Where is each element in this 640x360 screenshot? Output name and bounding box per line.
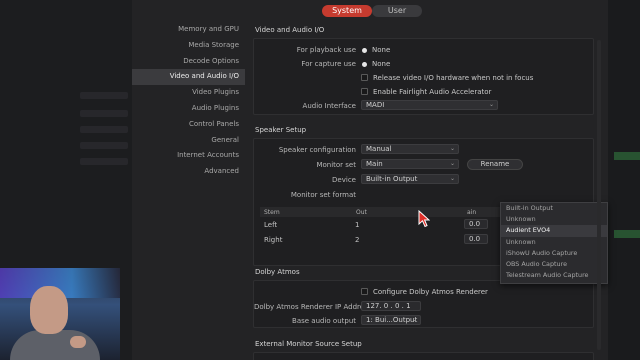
speaker-config-dropdown[interactable]: Manual ⌄	[361, 144, 459, 154]
audio-interface-value: MADI	[366, 101, 385, 109]
monitor-set-label: Monitor set	[316, 161, 356, 169]
background-app-right	[608, 0, 640, 360]
tab-user[interactable]: User	[372, 5, 422, 17]
menu-item-unknown[interactable]: Unknown	[501, 214, 607, 225]
playback-label: For playback use	[296, 46, 356, 54]
sidebar-item-internet-accounts[interactable]: Internet Accounts	[132, 148, 245, 164]
preferences-dialog: System User Memory and GPU Media Storage…	[132, 0, 608, 360]
col-out: Out	[356, 209, 367, 216]
monitor-format-label: Monitor set format	[290, 191, 356, 199]
menu-item-ishowu[interactable]: iShowU Audio Capture	[501, 248, 607, 259]
out-left: 1	[355, 221, 360, 229]
dolby-configure-checkbox[interactable]	[361, 288, 368, 295]
sidebar-item-general[interactable]: General	[132, 133, 245, 149]
release-io-label: Release video I/O hardware when not in f…	[373, 74, 534, 82]
device-dropdown[interactable]: Built-in Output ⌄	[361, 174, 459, 184]
menu-item-audient-evo4[interactable]: Audient EVO4	[501, 225, 607, 237]
dolby-ip-input[interactable]: 127. 0 . 0 . 1	[361, 301, 421, 311]
sidebar-item-advanced[interactable]: Advanced	[132, 164, 245, 180]
sidebar-item-audio-plugins[interactable]: Audio Plugins	[132, 101, 245, 117]
base-output-value: 1: Bui...Output	[366, 316, 418, 324]
mouse-pointer-icon	[418, 210, 430, 228]
content-scrollbar[interactable]	[597, 40, 601, 350]
audio-interface-dropdown[interactable]: MADI ⌄	[361, 100, 498, 110]
presenter-body	[10, 330, 100, 360]
audio-interface-label: Audio Interface	[302, 102, 356, 110]
sidebar-item-control-panels[interactable]: Control Panels	[132, 117, 245, 133]
playback-value: None	[372, 46, 391, 54]
device-label: Device	[332, 176, 356, 184]
video-audio-panel: For playback use None For capture use No…	[253, 38, 594, 115]
speaker-config-label: Speaker configuration	[278, 146, 356, 154]
webcam-overlay	[0, 268, 120, 360]
col-stem: Stem	[264, 209, 280, 216]
device-dropdown-menu: Built-in Output Unknown Audient EVO4 Unk…	[500, 202, 608, 284]
capture-radio[interactable]	[362, 62, 367, 67]
rename-button[interactable]: Rename	[467, 159, 523, 170]
sidebar: Memory and GPU Media Storage Decode Opti…	[132, 20, 245, 180]
fairlight-label: Enable Fairlight Audio Accelerator	[373, 88, 492, 96]
capture-value: None	[372, 60, 391, 68]
capture-label: For capture use	[301, 60, 356, 68]
section-title-dolby: Dolby Atmos	[255, 268, 300, 276]
tab-bar: System User	[132, 0, 608, 20]
menu-item-telestream[interactable]: Telestream Audio Capture	[501, 270, 607, 281]
monitor-set-value: Main	[366, 160, 383, 168]
menu-item-obs[interactable]: OBS Audio Capture	[501, 259, 607, 270]
sidebar-item-video-audio-io[interactable]: Video and Audio I/O	[132, 69, 245, 86]
external-panel	[253, 352, 594, 360]
base-output-label: Base audio output	[292, 317, 356, 325]
fairlight-checkbox[interactable]	[361, 88, 368, 95]
blurred-row	[80, 92, 128, 99]
blurred-row	[80, 158, 128, 165]
col-gain: ain	[467, 209, 477, 216]
playback-radio[interactable]	[362, 48, 367, 53]
settings-content: Video and Audio I/O For playback use Non…	[245, 20, 608, 360]
stem-right: Right	[264, 236, 283, 244]
chevron-down-icon: ⌄	[488, 101, 494, 108]
section-title-speaker: Speaker Setup	[255, 126, 307, 134]
presenter-hand	[70, 336, 86, 348]
speaker-config-value: Manual	[366, 145, 392, 153]
out-right: 2	[355, 236, 360, 244]
blurred-row	[80, 110, 128, 117]
gain-right-input[interactable]: 0.0	[464, 234, 488, 244]
dolby-configure-label: Configure Dolby Atmos Renderer	[373, 288, 488, 296]
gain-left-input[interactable]: 0.0	[464, 219, 488, 229]
section-title-video-audio: Video and Audio I/O	[255, 26, 325, 34]
menu-item-unknown-2[interactable]: Unknown	[501, 237, 607, 248]
chevron-down-icon: ⌄	[449, 145, 455, 152]
menu-item-builtin-output[interactable]: Built-in Output	[501, 203, 607, 214]
chevron-down-icon: ⌄	[449, 160, 455, 167]
device-value: Built-in Output	[366, 175, 418, 183]
release-io-checkbox[interactable]	[361, 74, 368, 81]
sidebar-item-video-plugins[interactable]: Video Plugins	[132, 85, 245, 101]
dolby-ip-label: Dolby Atmos Renderer IP Address	[254, 303, 372, 311]
tab-system[interactable]: System	[322, 5, 372, 17]
sidebar-item-media-storage[interactable]: Media Storage	[132, 38, 245, 54]
monitor-set-dropdown[interactable]: Main ⌄	[361, 159, 459, 169]
blurred-row	[80, 126, 128, 133]
blurred-track	[614, 152, 640, 160]
base-output-dropdown[interactable]: 1: Bui...Output ⌄	[361, 315, 421, 325]
section-title-external: External Monitor Source Setup	[255, 340, 362, 348]
stem-left: Left	[264, 221, 278, 229]
chevron-down-icon: ⌄	[411, 316, 417, 323]
chevron-down-icon: ⌄	[449, 175, 455, 182]
sidebar-item-memory-gpu[interactable]: Memory and GPU	[132, 22, 245, 38]
dolby-panel: Configure Dolby Atmos Renderer Dolby Atm…	[253, 280, 594, 328]
presenter-head	[30, 286, 68, 334]
blurred-track	[614, 230, 640, 238]
blurred-row	[80, 142, 128, 149]
sidebar-item-decode-options[interactable]: Decode Options	[132, 54, 245, 70]
